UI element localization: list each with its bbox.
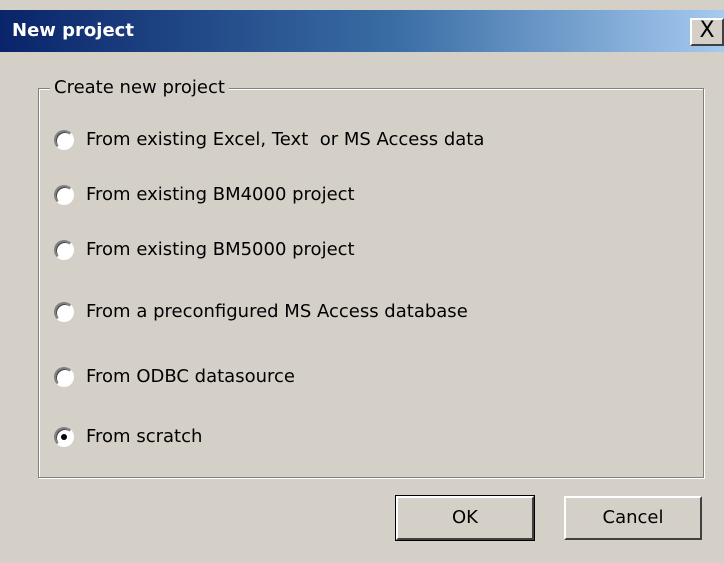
option-label: From existing BM5000 project [86,239,355,260]
option-label: From existing Excel, Text or MS Access d… [86,129,485,150]
option-label: From ODBC datasource [86,366,295,387]
option-from-existing-excel[interactable]: From existing Excel, Text or MS Access d… [54,125,484,155]
option-from-odbc[interactable]: From ODBC datasource [54,362,295,392]
groupbox-label: Create new project [50,76,229,100]
radio-button[interactable] [54,302,74,322]
radio-button[interactable] [54,240,74,260]
option-from-bm4000[interactable]: From existing BM4000 project [54,180,355,210]
option-label: From a preconfigured MS Access database [86,301,468,322]
cancel-button[interactable]: Cancel [564,496,702,540]
option-label: From scratch [86,426,203,447]
close-button[interactable]: X [690,18,724,46]
option-from-scratch[interactable]: From scratch [54,422,202,452]
new-project-dialog: New project X Create new project From ex… [0,0,724,563]
radio-button[interactable] [54,130,74,150]
title-bar[interactable]: New project X [0,10,724,52]
option-from-preconfigured-access[interactable]: From a preconfigured MS Access database [54,297,468,327]
option-from-bm5000[interactable]: From existing BM5000 project [54,235,355,265]
radio-selected-dot [61,434,67,440]
radio-button[interactable] [54,185,74,205]
radio-button-selected[interactable] [54,427,74,447]
radio-button[interactable] [54,367,74,387]
close-icon: X [699,18,715,43]
option-label: From existing BM4000 project [86,184,355,205]
ok-button[interactable]: OK [395,495,535,541]
window-title: New project [12,20,134,41]
